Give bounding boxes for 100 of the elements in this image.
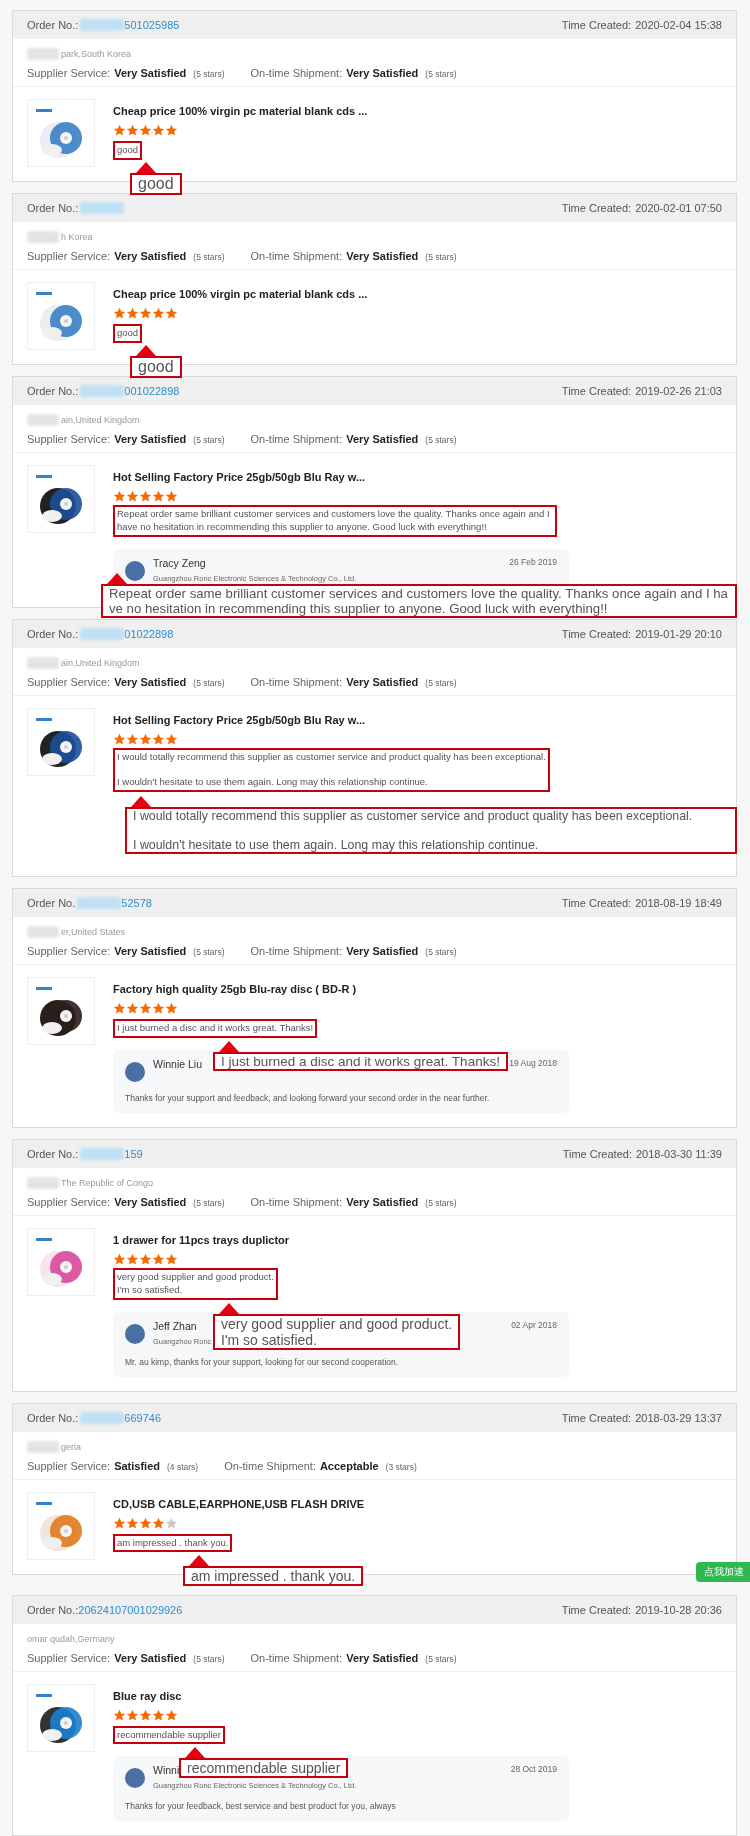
callout-pointer: [219, 1040, 239, 1052]
review-text: recommendable supplier: [113, 1725, 226, 1745]
callout-pointer: [136, 344, 156, 356]
star-icon: [139, 732, 152, 746]
rating-value: Very Satisfied: [114, 1651, 187, 1664]
star-icon: [113, 1708, 126, 1722]
star-icon: [113, 490, 126, 503]
rating-stars-text: (4 stars): [167, 1461, 199, 1472]
rating-stars-text: (3 stars): [385, 1461, 417, 1472]
product-title[interactable]: Factory high quality 25gb Blu-ray disc ( BD-R ): [113, 983, 722, 996]
callout-pointer: [136, 161, 156, 173]
rating-value: Very Satisfied: [114, 1195, 187, 1208]
star-icon: [139, 1252, 152, 1266]
rating-value: Very Satisfied: [346, 433, 419, 445]
zoomed-review-text: I would totally recommend this supplier as customer service and product quality has been exceptional. I wouldn't hesitate to use them again. Long may this relationship continue.: [125, 807, 737, 854]
callout-pointer: [131, 796, 151, 808]
order-label: Order No.:: [27, 385, 79, 397]
review-text: Repeat order same brilliant customer services and customers love the quality. Thanks once again and I have no hesitation in recommending this supplier to anyone. Good luck with everything!!: [113, 505, 557, 537]
time-label: Time Created:: [562, 1147, 632, 1160]
rating-label: Supplier Service:: [27, 1459, 111, 1472]
rating-value: Very Satisfied: [346, 945, 419, 958]
star-icon: [165, 1708, 178, 1722]
star-icon: [126, 1002, 139, 1016]
rating-stars-text: (5 stars): [425, 947, 457, 958]
rating-label: On-time Shipment:: [250, 433, 343, 445]
zoomed-review-text: good: [130, 172, 182, 196]
star-icon: [126, 307, 139, 320]
order-label: Order No.:: [27, 1411, 79, 1424]
review-text: good: [113, 141, 143, 160]
rating-label: On-time Shipment:: [250, 945, 343, 958]
rating-label: On-time Shipment:: [250, 675, 343, 688]
time-value: 2018-08-19 18:49: [635, 897, 722, 910]
replier-name: Winni: [153, 1764, 180, 1777]
star-icon: [165, 307, 178, 320]
rating-label: On-time Shipment:: [250, 250, 343, 262]
rating-stars-text: (5 stars): [425, 677, 457, 688]
rating-stars-text: (5 stars): [193, 947, 225, 958]
star-icon: [139, 1516, 152, 1530]
star-icon: [152, 490, 165, 503]
buyer-location: geria: [61, 1441, 81, 1452]
time-label: Time Created:: [561, 627, 632, 640]
rating-stars-text: (5 stars): [193, 1197, 225, 1208]
rating-label: Supplier Service:: [27, 433, 111, 445]
order-label: Order No.:: [27, 202, 79, 214]
reply-message: Thanks for your support and feedback, and looking forward your second order in the near further.: [125, 1092, 491, 1103]
review-text: I just burned a disc and it works great. Thanks!: [113, 1019, 318, 1038]
rating-value: Very Satisfied: [114, 675, 187, 688]
callout-pointer: [189, 1555, 209, 1567]
zoomed-review-text: am impressed . thank you.: [183, 1566, 364, 1587]
product-title[interactable]: CD,USB CABLE,EARPHONE,USB FLASH DRIVE: [113, 1497, 722, 1510]
star-icon: [152, 124, 165, 137]
rating-label: On-time Shipment:: [250, 67, 343, 79]
order-label: Order No.: [27, 897, 76, 910]
avatar: [125, 560, 145, 581]
star-icon: [165, 124, 178, 137]
rating-value: Acceptable: [319, 1459, 379, 1472]
reply-date: 19 Aug 2018: [509, 1057, 557, 1068]
time-label: Time Created:: [561, 385, 632, 397]
avatar: [125, 1768, 145, 1789]
order-label: Order No.:: [27, 1603, 79, 1616]
star-icon: [165, 490, 178, 503]
star-icon: [113, 124, 126, 137]
star-icon: [113, 307, 126, 320]
review-text: I would totally recommend this supplier as customer service and product quality has been exceptional. I wouldn't hesitate to use them again. Long may this relationship continue.: [113, 747, 550, 793]
zoomed-review-text: Repeat order same brilliant customer services and customers love the quality. Thanks once again and I have no hesitation in recommending this supplier to anyone. Good luck with everything!!: [101, 583, 737, 618]
rating-value: Very Satisfied: [114, 67, 187, 79]
rating-value: Very Satisfied: [114, 945, 187, 958]
rating-label: Supplier Service:: [27, 1195, 111, 1208]
product-title[interactable]: Blue ray disc: [113, 1689, 722, 1702]
rating-label: Supplier Service:: [27, 675, 111, 688]
zoomed-review-text: I just burned a disc and it works great. Thanks!: [213, 1051, 508, 1072]
rating-label: Supplier Service:: [27, 67, 111, 79]
reply-date: 02 Apr 2018: [511, 1319, 557, 1330]
star-icon: [139, 307, 152, 320]
rating-stars-text: (5 stars): [425, 1197, 457, 1208]
time-value: 2020-02-04 15:38: [635, 19, 722, 31]
rating-value: Very Satisfied: [346, 67, 419, 79]
product-title[interactable]: Hot Selling Factory Price 25gb/50gb Blu Ray w...: [113, 471, 722, 483]
avatar: [125, 1323, 145, 1344]
buyer-location: ain,United Kingdom: [61, 657, 140, 668]
star-icon: [126, 1516, 139, 1530]
buyer-location: park,South Korea: [61, 49, 132, 59]
star-icon: [165, 1516, 178, 1530]
rating-stars-text: (5 stars): [425, 435, 457, 445]
review-text: very good supplier and good product. I'm so satisfied.: [113, 1267, 278, 1300]
rating-stars-text: (5 stars): [425, 1653, 457, 1664]
rating-stars-text: (5 stars): [193, 69, 225, 79]
product-title[interactable]: Hot Selling Factory Price 25gb/50gb Blu Ray w...: [113, 713, 722, 726]
star-icon: [152, 1252, 165, 1266]
product-title[interactable]: Cheap price 100% virgin pc material blank cds ...: [113, 105, 722, 117]
rating-value: Very Satisfied: [346, 250, 419, 262]
rating-value: Satisfied: [114, 1459, 160, 1472]
reply-message: Thanks for your feedback, best service and best product for you, always: [125, 1801, 397, 1812]
callout-pointer: [219, 1302, 239, 1314]
product-title[interactable]: 1 drawer for 11pcs trays duplictor: [113, 1233, 722, 1246]
time-label: Time Created:: [561, 19, 632, 31]
time-label: Time Created:: [561, 1411, 632, 1424]
callout-pointer: [107, 572, 127, 584]
product-title[interactable]: Cheap price 100% virgin pc material blank cds ...: [113, 288, 722, 300]
rating-value: Very Satisfied: [114, 250, 187, 262]
